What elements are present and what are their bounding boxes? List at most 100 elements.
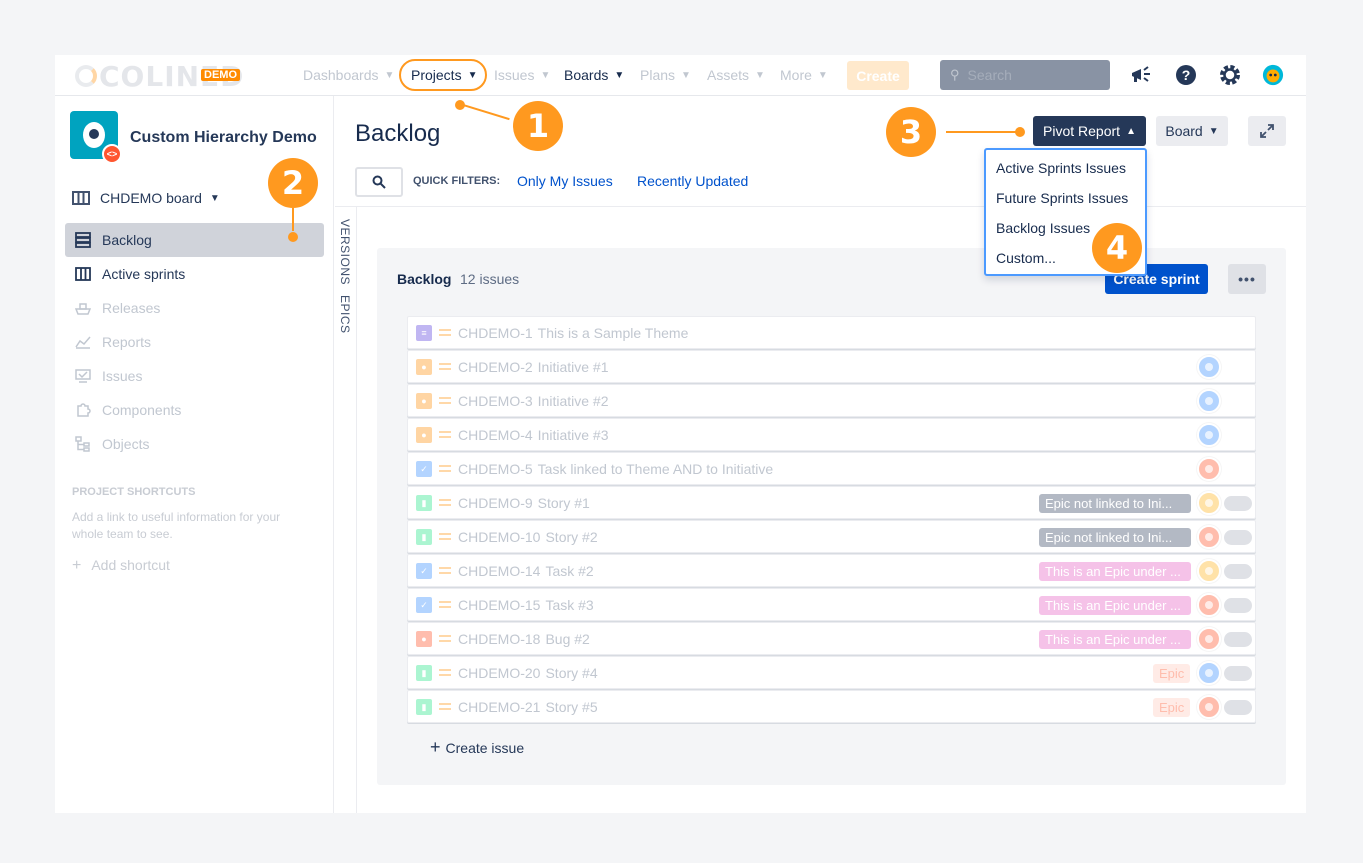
sidebar-item-active-sprints[interactable]: Active sprints — [65, 257, 324, 291]
issue-key: CHDEMO-20 — [458, 665, 541, 681]
filter-recently-updated[interactable]: Recently Updated — [637, 173, 748, 189]
issue-row[interactable]: ▮ CHDEMO-20 Story #4 Epic — [407, 656, 1256, 689]
assignee-avatar[interactable] — [1197, 695, 1221, 719]
sidebar-item-label: Active sprints — [102, 266, 186, 282]
issue-key-summary[interactable]: CHDEMO-5 Task linked to Theme AND to Init… — [458, 461, 773, 477]
menu-item-active-sprints-issues[interactable]: Active Sprints Issues — [996, 160, 1126, 176]
sidebar-item-objects[interactable]: Objects — [65, 427, 324, 461]
sidebar-item-reports[interactable]: Reports — [65, 325, 324, 359]
epic-label[interactable]: Epic — [1153, 664, 1191, 683]
board-selector[interactable]: CHDEMO board ▼ — [72, 190, 220, 206]
assignee-avatar[interactable] — [1197, 457, 1221, 481]
assignee-avatar[interactable] — [1197, 627, 1221, 651]
nav-more-label: More — [780, 67, 812, 83]
issue-row[interactable]: ✓ CHDEMO-14 Task #2 This is an Epic under .… — [407, 554, 1256, 587]
nav-plans[interactable]: Plans ▼ — [640, 67, 691, 83]
assignee-avatar[interactable] — [1197, 355, 1221, 379]
menu-item-backlog-issues[interactable]: Backlog Issues — [996, 220, 1090, 236]
sidebar-item-label: Reports — [102, 334, 152, 350]
user-avatar-icon[interactable] — [1262, 64, 1284, 86]
issue-key-summary[interactable]: CHDEMO-1 This is a Sample Theme — [458, 325, 688, 341]
initiative-type-icon: ● — [416, 393, 432, 409]
priority-medium-icon — [439, 530, 451, 542]
assignee-avatar[interactable] — [1197, 491, 1221, 515]
issue-key: CHDEMO-21 — [458, 699, 541, 715]
nav-assets[interactable]: Assets ▼ — [707, 67, 765, 83]
issue-key-summary[interactable]: CHDEMO-20 Story #4 — [458, 665, 598, 681]
gear-icon[interactable] — [1219, 64, 1241, 86]
issue-key-summary[interactable]: CHDEMO-18 Bug #2 — [458, 631, 590, 647]
task-type-icon: ✓ — [416, 563, 432, 579]
nav-more[interactable]: More ▼ — [780, 67, 828, 83]
assignee-avatar[interactable] — [1197, 661, 1221, 685]
filter-only-my-issues[interactable]: Only My Issues — [517, 173, 613, 189]
issue-summary: Task #2 — [545, 563, 594, 579]
quick-search-button[interactable] — [355, 167, 403, 197]
epic-label[interactable]: This is an Epic under ... — [1039, 562, 1191, 581]
issue-key-summary[interactable]: CHDEMO-4 Initiative #3 — [458, 427, 609, 443]
issue-row[interactable]: ✓ CHDEMO-15 Task #3 This is an Epic under .… — [407, 588, 1256, 621]
sidebar-item-issues[interactable]: Issues — [65, 359, 324, 393]
issue-row[interactable]: ✓ CHDEMO-5 Task linked to Theme AND to Ini… — [407, 452, 1256, 485]
search-input[interactable]: ⚲ Search — [940, 60, 1110, 90]
more-actions-button[interactable]: ••• — [1228, 264, 1266, 294]
tab-versions[interactable]: VERSIONS — [338, 219, 352, 285]
issue-row[interactable]: ● CHDEMO-18 Bug #2 This is an Epic under ..… — [407, 622, 1256, 655]
help-icon[interactable]: ? — [1175, 64, 1197, 86]
epic-label[interactable]: Epic not linked to Ini... — [1039, 528, 1191, 547]
issue-key-summary[interactable]: CHDEMO-15 Task #3 — [458, 597, 594, 613]
issue-key-summary[interactable]: CHDEMO-9 Story #1 — [458, 495, 590, 511]
chevron-down-icon: ▼ — [209, 192, 220, 204]
epic-label[interactable]: This is an Epic under ... — [1039, 596, 1191, 615]
estimate-badge — [1224, 496, 1252, 511]
sidebar-item-releases[interactable]: Releases — [65, 291, 324, 325]
menu-item-custom[interactable]: Custom... — [996, 250, 1056, 266]
nav-dashboards[interactable]: Dashboards ▼ — [303, 67, 394, 83]
megaphone-icon[interactable] — [1130, 64, 1152, 86]
issue-key-summary[interactable]: CHDEMO-2 Initiative #1 — [458, 359, 609, 375]
issue-row[interactable]: ▮ CHDEMO-10 Story #2 Epic not linked to Ini… — [407, 520, 1256, 553]
assignee-avatar[interactable] — [1197, 423, 1221, 447]
epic-label[interactable]: Epic not linked to Ini... — [1039, 494, 1191, 513]
issue-key-summary[interactable]: CHDEMO-21 Story #5 — [458, 699, 598, 715]
epic-label[interactable]: This is an Epic under ... — [1039, 630, 1191, 649]
issue-key-summary[interactable]: CHDEMO-3 Initiative #2 — [458, 393, 609, 409]
sidebar-item-components[interactable]: Components — [65, 393, 324, 427]
plus-icon: + — [430, 737, 441, 757]
issue-key-summary[interactable]: CHDEMO-14 Task #2 — [458, 563, 594, 579]
tab-epics[interactable]: EPICS — [338, 295, 352, 334]
fullscreen-button[interactable] — [1248, 116, 1286, 146]
story-type-icon: ▮ — [416, 495, 432, 511]
issue-row[interactable]: ● CHDEMO-2 Initiative #1 — [407, 350, 1256, 383]
issue-row[interactable]: ● CHDEMO-3 Initiative #2 — [407, 384, 1256, 417]
callout-2-dot — [288, 232, 298, 242]
assignee-avatar[interactable] — [1197, 525, 1221, 549]
issue-row[interactable]: ▮ CHDEMO-9 Story #1 Epic not linked to Ini.… — [407, 486, 1256, 519]
logo-icon — [75, 65, 97, 87]
shortcuts-text: Add a link to useful information for you… — [72, 510, 281, 541]
create-issue-link[interactable]: + Create issue — [430, 737, 524, 758]
issue-summary: Bug #2 — [545, 631, 590, 647]
create-button[interactable]: Create — [847, 61, 909, 90]
theme-type-icon: ≡ — [416, 325, 432, 341]
issue-row[interactable]: ≡ CHDEMO-1 This is a Sample Theme — [407, 316, 1256, 349]
board-view-button[interactable]: Board ▼ — [1156, 116, 1228, 146]
assignee-avatar[interactable] — [1197, 593, 1221, 617]
issue-row[interactable]: ▮ CHDEMO-21 Story #5 Epic — [407, 690, 1256, 723]
menu-item-future-sprints-issues[interactable]: Future Sprints Issues — [996, 190, 1128, 206]
chevron-down-icon: ▼ — [755, 69, 765, 81]
add-shortcut-link[interactable]: + Add shortcut — [72, 557, 170, 575]
issue-key-summary[interactable]: CHDEMO-10 Story #2 — [458, 529, 598, 545]
sidebar-item-backlog[interactable]: Backlog — [65, 223, 324, 257]
task-type-icon: ✓ — [416, 597, 432, 613]
nav-issues[interactable]: Issues ▼ — [494, 67, 550, 83]
nav-boards[interactable]: Boards ▼ — [564, 67, 624, 83]
issues-icon — [74, 369, 92, 383]
callout-marker-1: 1 — [513, 101, 563, 151]
epic-label[interactable]: Epic — [1153, 698, 1191, 717]
pivot-report-button[interactable]: Pivot Report ▲ — [1033, 116, 1146, 146]
issue-row[interactable]: ● CHDEMO-4 Initiative #3 — [407, 418, 1256, 451]
assignee-avatar[interactable] — [1197, 389, 1221, 413]
callout-3-dot — [1015, 127, 1025, 137]
assignee-avatar[interactable] — [1197, 559, 1221, 583]
